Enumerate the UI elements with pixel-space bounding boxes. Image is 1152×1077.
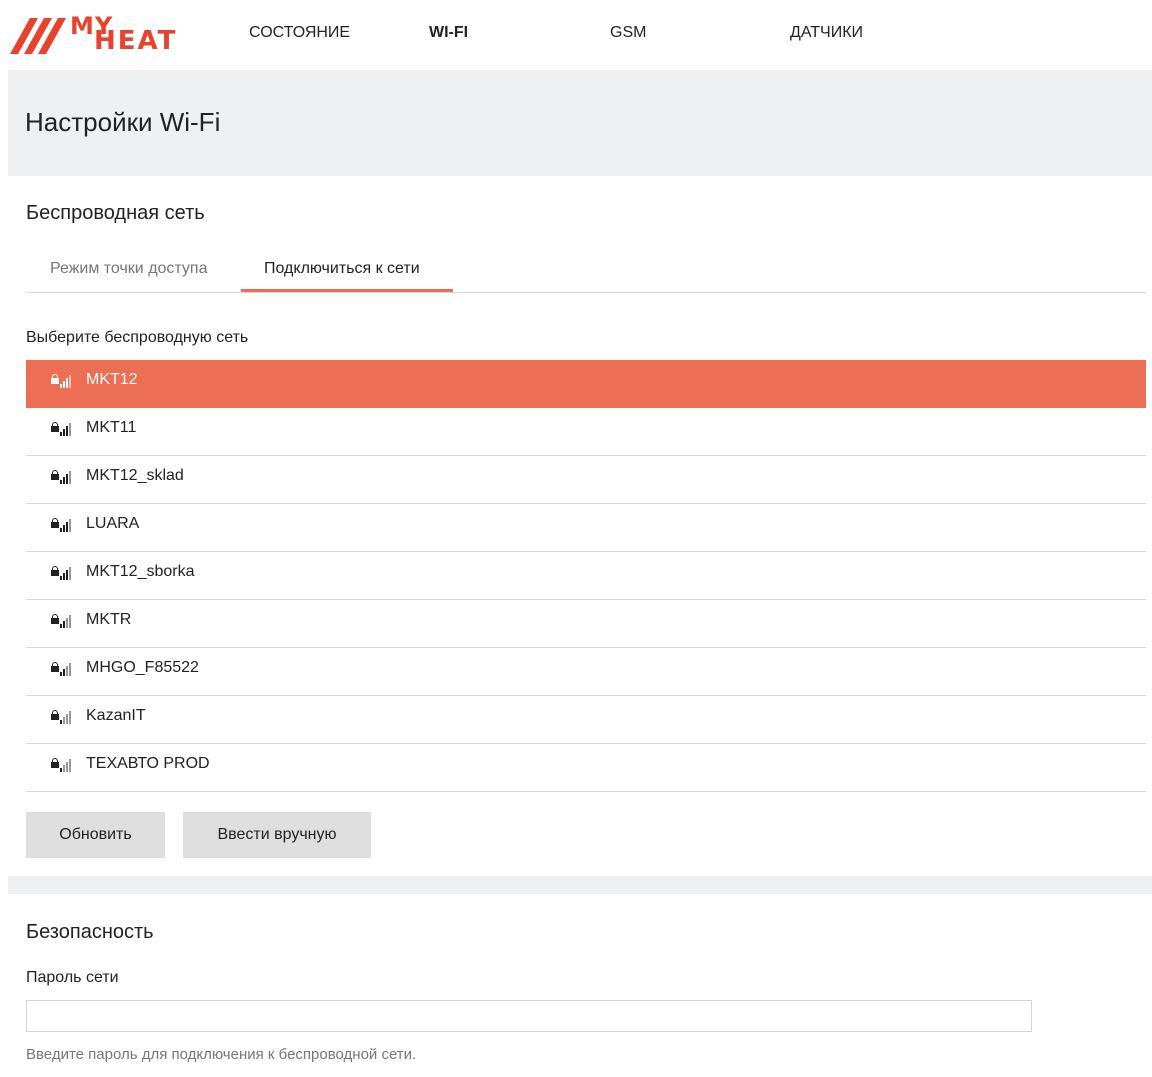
password-label: Пароль сети [26, 969, 119, 986]
security-section-title: Безопасность [26, 921, 154, 943]
network-name: MKT12_sborka [86, 563, 195, 580]
nav-item-status[interactable]: СОСТОЯНИЕ [249, 24, 350, 42]
logo-text-heat: HEAT [94, 26, 178, 56]
nav-item-gsm[interactable]: GSM [610, 24, 646, 42]
top-navigation: MY HEAT СОСТОЯНИЕ WI-FI GSM ДАТЧИКИ [0, 0, 1152, 70]
network-item[interactable]: MKT12_sklad [26, 456, 1146, 504]
network-item[interactable]: KazanIT [26, 696, 1146, 744]
wifi-signal-lock-icon [51, 420, 71, 436]
network-name: MKTR [86, 611, 132, 628]
network-item[interactable]: MKT12_sborka [26, 552, 1146, 600]
nav-item-wifi[interactable]: WI-FI [429, 24, 468, 42]
wifi-signal-lock-icon [51, 660, 71, 676]
wifi-signal-lock-icon [51, 756, 71, 772]
tab-access-point-mode[interactable]: Режим точки доступа [50, 260, 208, 292]
myheat-logo[interactable]: MY HEAT [8, 12, 175, 56]
wifi-signal-lock-icon [51, 564, 71, 580]
wifi-signal-lock-icon [51, 516, 71, 532]
network-item[interactable]: MKT12 [26, 360, 1146, 408]
network-name: MKT12_sklad [86, 467, 184, 484]
wifi-signal-lock-icon [51, 612, 71, 628]
network-item[interactable]: ТЕХАВТО PROD [26, 744, 1146, 792]
network-name: LUARA [86, 515, 140, 532]
wireless-section-title: Беспроводная сеть [26, 202, 205, 224]
flame-stripes-icon [10, 18, 66, 54]
network-item[interactable]: MKT11 [26, 408, 1146, 456]
network-name: KazanIT [86, 707, 146, 724]
page-title: Настройки Wi-Fi [25, 107, 221, 137]
refresh-button[interactable]: Обновить [26, 812, 165, 858]
network-item[interactable]: MHGO_F85522 [26, 648, 1146, 696]
wifi-signal-lock-icon [51, 372, 71, 388]
network-name: MHGO_F85522 [86, 659, 199, 676]
wifi-signal-lock-icon [51, 708, 71, 724]
network-list-label: Выберите беспроводную сеть [26, 329, 249, 346]
active-tab-indicator [241, 289, 453, 292]
page-header: Настройки Wi-Fi [8, 70, 1152, 176]
network-item[interactable]: MKTR [26, 600, 1146, 648]
password-hint: Введите пароль для подключения к беспров… [26, 1046, 417, 1063]
password-field[interactable] [26, 1000, 1032, 1032]
section-divider [8, 876, 1152, 894]
network-name: MKT11 [86, 419, 137, 436]
tab-connect-to-network[interactable]: Подключиться к сети [264, 260, 420, 292]
network-name: MKT12 [86, 371, 138, 388]
wifi-signal-lock-icon [51, 468, 71, 484]
network-list: MKT12 MKT11 MKT12_sklad LUARA MKT12_sbor… [26, 360, 1146, 792]
enter-manually-button[interactable]: Ввести вручную [183, 812, 371, 858]
network-name: ТЕХАВТО PROD [86, 755, 210, 772]
network-item[interactable]: LUARA [26, 504, 1146, 552]
wireless-mode-tabs: Режим точки доступа Подключиться к сети [26, 248, 1146, 293]
nav-item-sensors[interactable]: ДАТЧИКИ [790, 24, 863, 42]
